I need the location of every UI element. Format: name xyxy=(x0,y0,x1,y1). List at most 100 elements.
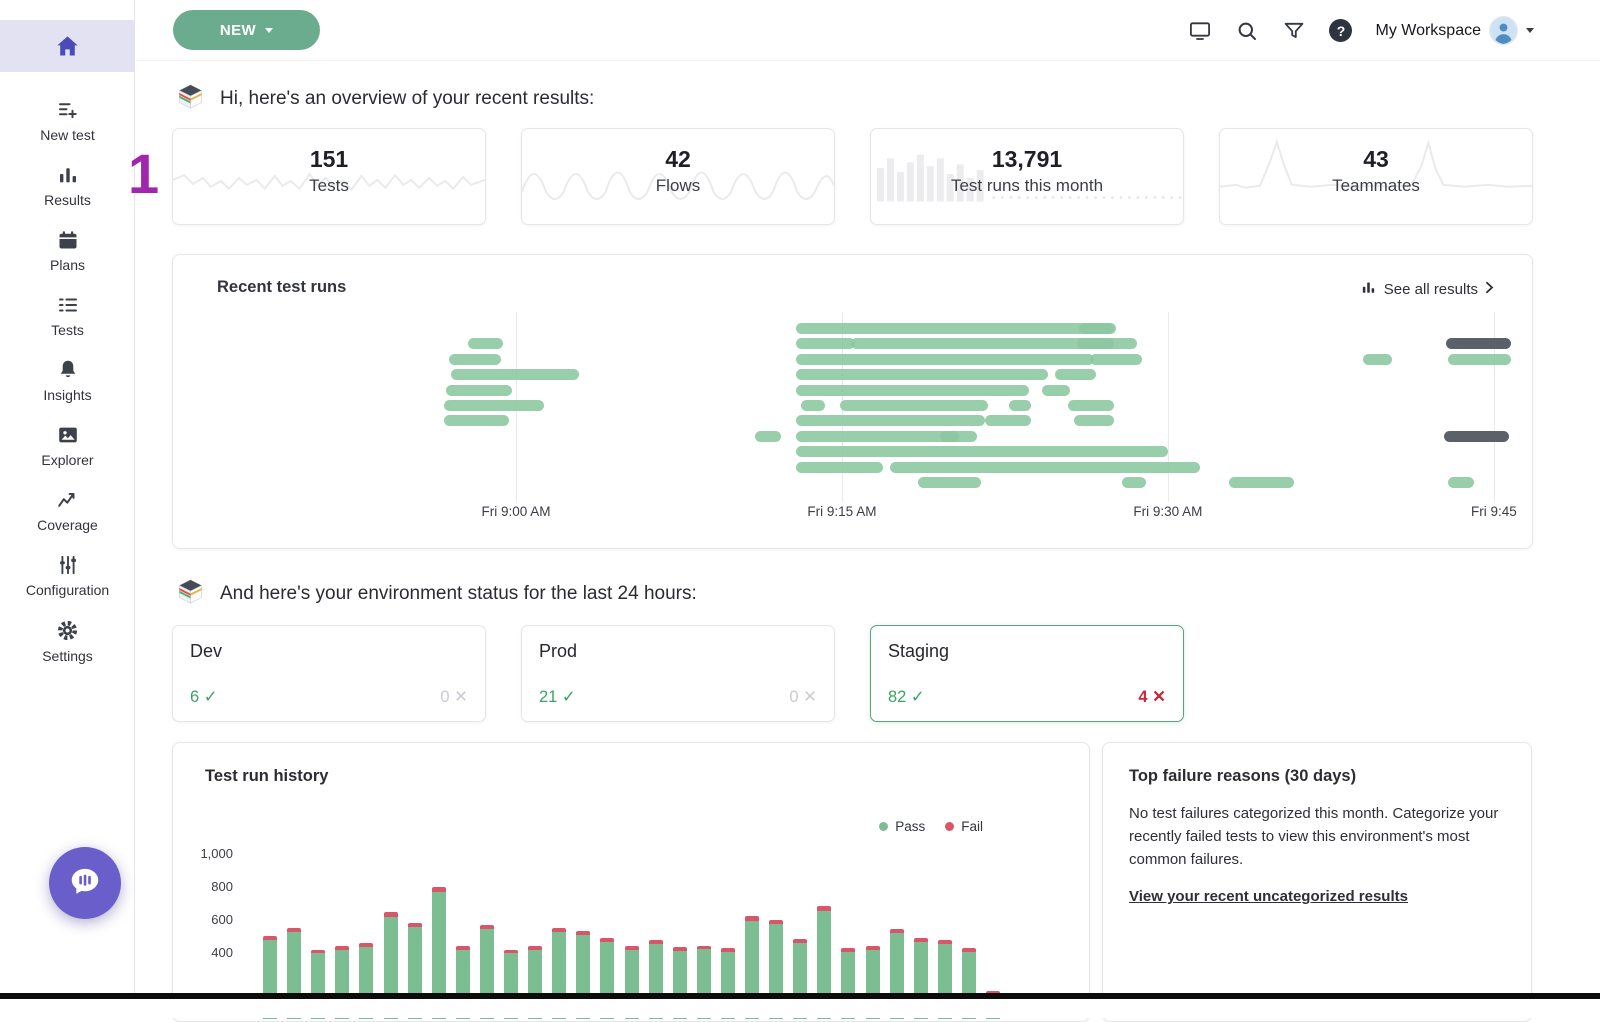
history-chart: 1,000800600400 xyxy=(173,743,1089,1021)
gantt-bar xyxy=(1077,338,1138,349)
gantt-time-label: Fri 9:45 xyxy=(1471,504,1517,519)
results-icon xyxy=(56,163,80,187)
fail-count: 0 ✕ xyxy=(440,687,468,707)
stat-card-tests[interactable]: 151Tests xyxy=(172,128,486,225)
gantt-bar xyxy=(1090,354,1142,365)
caret-down-icon xyxy=(1526,28,1534,33)
gantt-bar xyxy=(796,369,1048,380)
stat-card-test-runs-this-month[interactable]: 13,791 Test runs this month xyxy=(870,128,1184,225)
new-test-icon xyxy=(56,98,80,122)
plans-icon xyxy=(56,228,80,252)
gantt-bar xyxy=(444,415,509,426)
gantt-bar xyxy=(446,385,511,396)
pass-count: 21 ✓ xyxy=(539,687,576,707)
pass-count: 6 ✓ xyxy=(190,687,218,707)
monitor-icon[interactable] xyxy=(1188,19,1212,43)
caret-down-icon xyxy=(265,28,273,33)
gantt-bar xyxy=(796,462,883,473)
stat-label: Flows xyxy=(522,176,834,196)
sidebar-item-home[interactable] xyxy=(0,20,135,72)
sidebar-item-new-test[interactable]: New test xyxy=(0,88,135,153)
y-axis-label: 400 xyxy=(187,945,233,960)
stat-card-flows[interactable]: 42 Flows xyxy=(521,128,835,225)
y-axis-label: 1,000 xyxy=(187,846,233,861)
gantt-bar xyxy=(1079,323,1116,334)
sidebar-item-plans[interactable]: Plans xyxy=(0,218,135,283)
stat-value: 13,791 xyxy=(871,146,1183,173)
environment-card-dev[interactable]: Dev 6 ✓ 0 ✕ xyxy=(172,625,486,722)
gantt-time-label: Fri 9:15 AM xyxy=(807,504,876,519)
sidebar-item-label: Explorer xyxy=(41,452,93,468)
gantt-bar xyxy=(1042,385,1070,396)
tests-icon xyxy=(56,293,80,317)
gantt-bar xyxy=(918,477,981,488)
gantt-bar xyxy=(796,338,855,349)
recent-test-runs-card: Recent test runs See all results Fri 9:0… xyxy=(172,254,1533,549)
overview-greeting: Hi, here's an overview of your recent re… xyxy=(176,82,594,116)
filter-icon[interactable] xyxy=(1282,19,1306,43)
gantt-bar xyxy=(796,323,1113,334)
sidebar-item-explorer[interactable]: Explorer xyxy=(0,413,135,478)
environment-heading: And here's your environment status for t… xyxy=(176,577,697,611)
sidebar-item-results[interactable]: Results xyxy=(0,153,135,218)
environment-card-staging[interactable]: Staging82 ✓4 ✕ xyxy=(870,625,1184,722)
fail-count: 0 ✕ xyxy=(789,687,817,707)
y-axis-label: 800 xyxy=(187,879,233,894)
stat-value: 42 xyxy=(522,146,834,173)
gantt-bar xyxy=(1122,477,1146,488)
sidebar-item-settings[interactable]: Settings xyxy=(0,608,135,673)
sidebar-item-label: Coverage xyxy=(37,517,98,533)
gantt-bar xyxy=(755,431,781,442)
coverage-icon xyxy=(56,488,80,512)
gantt-bar xyxy=(1009,400,1031,411)
new-button[interactable]: NEW xyxy=(173,10,320,50)
overview-greeting-text: Hi, here's an overview of your recent re… xyxy=(220,88,594,110)
stat-label: Teammates xyxy=(1220,176,1532,196)
workspace-menu[interactable]: My Workspace xyxy=(1375,17,1534,44)
stat-label: Tests xyxy=(173,176,485,196)
gantt-time-label: Fri 9:00 AM xyxy=(481,504,550,519)
gantt-bar xyxy=(1074,415,1113,426)
gantt-bar xyxy=(851,338,1114,349)
environment-name: Dev xyxy=(190,641,468,662)
environment-name: Prod xyxy=(539,641,817,662)
explorer-icon xyxy=(56,423,80,447)
avatar xyxy=(1490,17,1517,44)
gantt-time-label: Fri 9:30 AM xyxy=(1133,504,1202,519)
sidebar-items: New testResultsPlansTests Insights Explore… xyxy=(0,20,134,673)
sidebar-item-insights[interactable]: Insights xyxy=(0,348,135,413)
chat-bubble-icon xyxy=(67,863,103,904)
chat-launcher-button[interactable] xyxy=(49,847,121,919)
environment-card-prod[interactable]: Prod 21 ✓ 0 ✕ xyxy=(521,625,835,722)
gantt-bar xyxy=(1055,369,1096,380)
sidebar-item-label: Insights xyxy=(43,387,91,403)
stats-row: 151Tests 42 Flows 13,791 Test runs this mont… xyxy=(172,128,1533,225)
environment-row: Dev 6 ✓ 0 ✕ Prod 21 ✓ 0 ✕ Staging82 ✓4 ✕ xyxy=(172,625,1184,722)
fail-count: 4 ✕ xyxy=(1138,687,1166,707)
gantt-chart: Fri 9:00 AM Fri 9:15 AM Fri 9:30 AM Fri 9:4… xyxy=(173,255,1532,548)
gantt-bar xyxy=(801,400,825,411)
gantt-bar xyxy=(940,431,977,442)
test-run-history-card: Test run history PassFail 1,000800600400 xyxy=(172,742,1090,1022)
topbar: NEW ? My Workspace xyxy=(136,0,1600,61)
stat-card-teammates[interactable]: 43 Teammates xyxy=(1219,128,1533,225)
gantt-bar xyxy=(796,385,1029,396)
environment-name: Staging xyxy=(888,641,1166,662)
gantt-bar xyxy=(1444,431,1509,442)
search-icon[interactable] xyxy=(1235,19,1259,43)
stat-label: Test runs this month xyxy=(871,176,1183,196)
uncategorized-results-link[interactable]: View your recent uncategorized results xyxy=(1129,888,1408,905)
stat-value: 43 xyxy=(1220,146,1532,173)
insights-icon xyxy=(56,358,80,382)
sidebar-item-label: Settings xyxy=(42,648,93,664)
environment-heading-text: And here's your environment status for t… xyxy=(220,583,697,605)
help-button[interactable]: ? xyxy=(1329,19,1352,42)
sidebar-item-tests[interactable]: Tests xyxy=(0,283,135,348)
configuration-icon xyxy=(56,553,80,577)
gantt-bar xyxy=(796,431,959,442)
app-root: New testResultsPlansTestsInsightsExplore… xyxy=(0,0,1600,1018)
sidebar-item-configuration[interactable]: Configuration xyxy=(0,543,135,608)
gantt-bar xyxy=(985,415,1031,426)
annotation-marker-1: 1 xyxy=(128,146,159,202)
sidebar-item-coverage[interactable]: Coverage xyxy=(0,478,135,543)
